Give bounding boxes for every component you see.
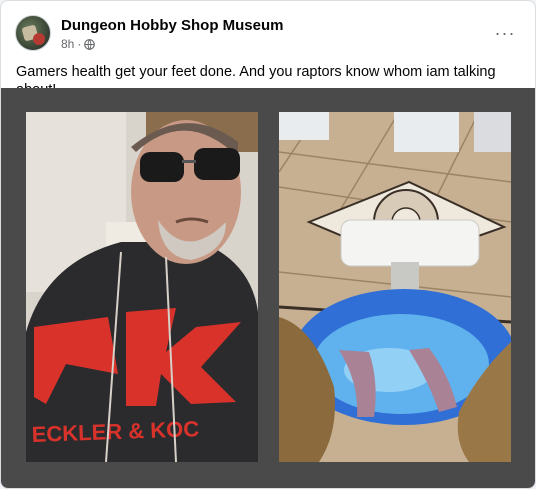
post-meta: 8h · — [61, 37, 96, 51]
pedicure-image — [279, 112, 511, 462]
post-media: ECKLER & KOC — [1, 88, 535, 488]
page-avatar[interactable] — [15, 15, 51, 51]
meta-separator: · — [77, 37, 82, 51]
more-options-icon[interactable]: ··· — [491, 19, 519, 47]
photo-selfie[interactable]: ECKLER & KOC — [26, 112, 258, 462]
selfie-image: ECKLER & KOC — [26, 112, 258, 462]
photo-pedicure[interactable] — [279, 112, 511, 462]
post-timestamp[interactable]: 8h — [61, 37, 74, 51]
globe-icon — [84, 38, 96, 50]
post-header: Dungeon Hobby Shop Museum 8h · ··· — [15, 15, 521, 53]
page-name-link[interactable]: Dungeon Hobby Shop Museum — [61, 17, 284, 34]
post-card: Dungeon Hobby Shop Museum 8h · ··· Gamer… — [0, 0, 536, 489]
